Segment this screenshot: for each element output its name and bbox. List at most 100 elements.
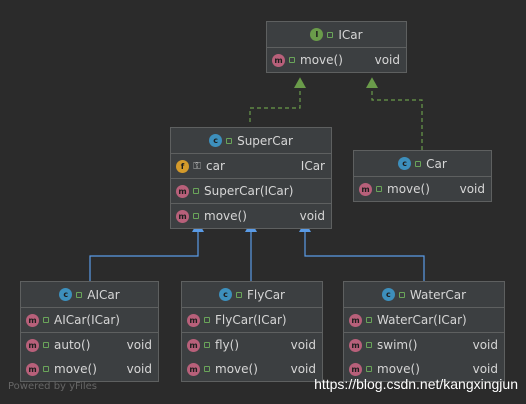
class-icon: c <box>398 157 412 170</box>
public-visibility-icon <box>366 317 372 323</box>
method-return-type: void <box>472 338 498 352</box>
class-header-flycar: c FlyCar <box>182 282 322 308</box>
method-icon: m <box>187 338 200 352</box>
blog-url-watermark: https://blog.csdn.net/kangxingjun <box>314 376 518 392</box>
method-name: move() <box>300 53 343 67</box>
public-visibility-icon <box>327 31 334 38</box>
class-icon: c <box>218 288 232 301</box>
method-return-type: void <box>374 53 400 67</box>
method-name: swim() <box>377 338 418 352</box>
method-icon: m <box>26 338 39 352</box>
public-visibility-icon <box>193 213 199 219</box>
public-visibility-icon <box>204 342 210 348</box>
constructor-name: SuperCar(ICar) <box>204 184 294 198</box>
methods-section: m swim() void m move() void <box>344 333 504 381</box>
public-visibility-icon <box>226 137 233 144</box>
class-box-flycar[interactable]: c FlyCar m FlyCar(ICar) m fly() void m m… <box>181 281 323 382</box>
field-row[interactable]: f ⚿ car ICar <box>171 154 331 178</box>
constructor-row[interactable]: m SuperCar(ICar) <box>171 179 331 203</box>
method-row[interactable]: m swim() void <box>344 333 504 357</box>
method-name: fly() <box>215 338 240 352</box>
abstract-method-icon: m <box>272 53 285 67</box>
class-box-aicar[interactable]: c AICar m AICar(ICar) m auto() void m mo… <box>20 281 159 382</box>
class-header-icar: I ICar <box>267 22 406 48</box>
method-name: move() <box>387 182 430 196</box>
methods-section: m move() void <box>267 48 406 72</box>
class-name: Car <box>426 156 447 171</box>
method-return-type: void <box>126 362 152 376</box>
public-visibility-icon <box>398 291 405 298</box>
method-return-type: void <box>472 362 498 376</box>
public-visibility-icon <box>415 160 422 167</box>
extends-line-aicar-supercar <box>89 221 204 281</box>
method-icon: m <box>187 313 200 327</box>
fields-section: f ⚿ car ICar <box>171 154 331 179</box>
method-return-type: void <box>126 338 152 352</box>
constructor-name: AICar(ICar) <box>54 313 120 327</box>
method-name: move() <box>204 209 247 223</box>
field-icon: f <box>176 159 189 173</box>
public-visibility-icon <box>204 317 210 323</box>
constructors-section: m FlyCar(ICar) <box>182 308 322 333</box>
method-row[interactable]: m move() void <box>171 204 331 228</box>
method-icon: m <box>26 313 39 327</box>
class-icon: c <box>209 134 223 147</box>
method-row[interactable]: m fly() void <box>182 333 322 357</box>
class-header-aicar: c AICar <box>21 282 158 308</box>
method-row[interactable]: m auto() void <box>21 333 158 357</box>
class-box-watercar[interactable]: c WaterCar m WaterCar(ICar) m swim() voi… <box>343 281 505 382</box>
methods-section: m fly() void m move() void <box>182 333 322 381</box>
public-visibility-icon <box>366 342 372 348</box>
field-type: ICar <box>300 159 325 173</box>
class-icon: c <box>59 288 73 301</box>
class-name: WaterCar <box>409 287 467 302</box>
constructors-section: m WaterCar(ICar) <box>344 308 504 333</box>
public-visibility-icon <box>289 57 295 63</box>
method-icon: m <box>349 338 362 352</box>
extends-line-watercar-supercar <box>299 221 425 281</box>
method-row[interactable]: m move() void <box>182 357 322 381</box>
method-return-type: void <box>290 338 316 352</box>
public-visibility-icon <box>43 317 49 323</box>
class-icon: c <box>381 288 395 301</box>
implements-line-supercar-icar <box>249 77 306 122</box>
constructor-row[interactable]: m AICar(ICar) <box>21 308 158 332</box>
method-icon: m <box>349 313 362 327</box>
method-row[interactable]: m move() void <box>267 48 406 72</box>
constructor-name: FlyCar(ICar) <box>215 313 287 327</box>
class-box-car[interactable]: c Car m move() void <box>353 150 492 202</box>
class-box-icar[interactable]: I ICar m move() void <box>266 21 407 73</box>
public-visibility-icon <box>193 188 199 194</box>
method-icon: m <box>176 184 189 198</box>
class-header-watercar: c WaterCar <box>344 282 504 308</box>
method-return-type: void <box>459 182 485 196</box>
methods-section: m auto() void m move() void <box>21 333 158 381</box>
yfiles-watermark: Powered by yFiles <box>8 381 97 392</box>
public-visibility-icon <box>43 342 49 348</box>
public-visibility-icon <box>376 186 382 192</box>
method-icon: m <box>26 362 39 376</box>
constructor-row[interactable]: m WaterCar(ICar) <box>344 308 504 332</box>
class-name: SuperCar <box>237 133 293 148</box>
public-visibility-icon <box>76 291 83 298</box>
public-visibility-icon <box>43 366 49 372</box>
method-row[interactable]: m move() void <box>354 177 491 201</box>
method-icon: m <box>349 362 362 376</box>
method-return-type: void <box>290 362 316 376</box>
constructors-section: m AICar(ICar) <box>21 308 158 333</box>
constructor-name: WaterCar(ICar) <box>377 313 467 327</box>
class-box-supercar[interactable]: c SuperCar f ⚿ car ICar m SuperCar(ICar)… <box>170 127 332 229</box>
method-icon: m <box>176 209 189 223</box>
method-name: move() <box>377 362 420 376</box>
method-row[interactable]: m move() void <box>21 357 158 381</box>
public-visibility-icon <box>235 291 242 298</box>
constructor-row[interactable]: m FlyCar(ICar) <box>182 308 322 332</box>
public-visibility-icon <box>366 366 372 372</box>
private-visibility-icon: ⚿ <box>193 160 201 172</box>
field-name: car <box>206 159 225 173</box>
method-name: move() <box>54 362 97 376</box>
methods-section: m move() void <box>354 177 491 201</box>
method-icon: m <box>359 182 372 196</box>
method-icon: m <box>187 362 200 376</box>
method-name: auto() <box>54 338 91 352</box>
